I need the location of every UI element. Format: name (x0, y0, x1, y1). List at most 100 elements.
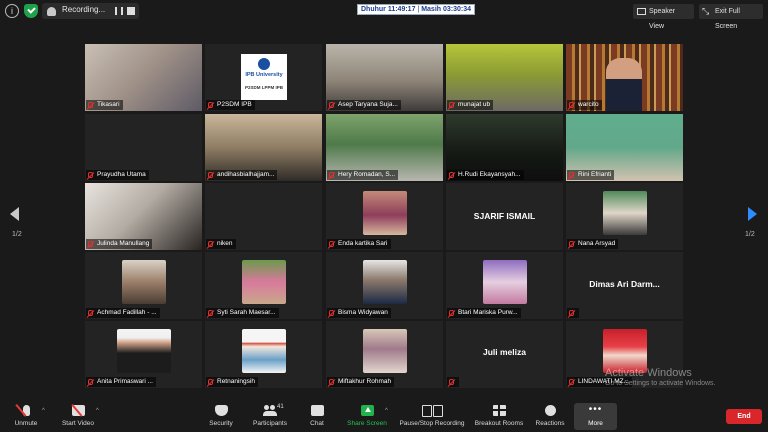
start-video-button[interactable]: Start Video (56, 400, 100, 432)
breakout-rooms-icon (493, 405, 506, 416)
participant-tile[interactable]: Syti Sarah Maesar... (205, 252, 322, 319)
more-dots-icon: ••• (588, 404, 603, 415)
participant-display-name: SJARIF ISMAIL (473, 211, 536, 221)
participant-tile[interactable]: andihasbialhajjam... (205, 114, 322, 181)
gallery-grid: Tikasari IPB University P2SDM LPPM IPB P… (85, 44, 685, 389)
participant-tile[interactable]: Asep Taryana Suja... (326, 44, 443, 111)
muted-mic-icon (329, 241, 334, 247)
pause-recording-icon[interactable] (115, 7, 123, 15)
recording-indicator: Recording... (42, 3, 139, 19)
security-shield-icon (215, 405, 228, 416)
participant-name-label: niken (206, 239, 236, 249)
share-screen-icon (361, 405, 374, 416)
muted-mic-icon (208, 241, 213, 247)
start-video-label: Start Video (61, 420, 95, 427)
share-screen-label: Share Screen (347, 420, 387, 427)
participant-tile[interactable]: Dimas Ari Darm... (566, 252, 683, 319)
participant-avatar (122, 260, 166, 304)
muted-mic-icon (569, 310, 574, 316)
participant-name-label: Syti Sarah Maesar... (206, 308, 279, 318)
muted-mic-icon (329, 310, 334, 316)
more-button[interactable]: ••• More (574, 403, 617, 430)
watermark-title: Activate Windows (605, 367, 692, 379)
participant-name-label: Btari Mariska Purw... (447, 308, 521, 318)
speaker-view-icon (637, 8, 646, 15)
muted-mic-icon (569, 241, 574, 247)
muted-mic-icon (88, 241, 93, 247)
participant-name-label: P2SDM IPB (206, 100, 255, 110)
previous-page-arrow-icon[interactable] (10, 207, 19, 221)
participant-tile[interactable]: H.Rudi Ekayansyah... (446, 114, 563, 181)
reactions-button[interactable]: Reactions (532, 400, 568, 432)
top-bar: i Recording... Dhuhur 11:49:17 | Masih 0… (0, 0, 768, 30)
exit-full-screen-button[interactable]: Exit Full Screen (699, 4, 763, 30)
participant-name-label: H.Rudi Ekayansyah... (447, 170, 524, 180)
participant-avatar (483, 260, 527, 304)
participant-name-label: Anita Primaswari ... (86, 377, 156, 387)
end-meeting-button[interactable]: End (726, 409, 762, 424)
participant-name-label: Nana Arsyad (567, 239, 619, 249)
participant-tile[interactable]: munajat ub (446, 44, 563, 111)
encryption-shield-icon[interactable] (24, 4, 38, 18)
participant-tile[interactable]: Prayudha Utama (85, 114, 202, 181)
video-options-caret-icon[interactable]: ^ (96, 408, 99, 414)
logo-subtitle: P2SDM LPPM IPB (244, 85, 283, 90)
chat-bubble-icon (311, 405, 324, 416)
chat-button[interactable]: Chat (302, 400, 332, 432)
participants-button[interactable]: Participants (246, 400, 294, 432)
participant-tile[interactable]: Achmad Fadillah - ... (85, 252, 202, 319)
participant-name-label: Asep Taryana Suja... (327, 100, 401, 110)
participant-name-label (567, 308, 579, 318)
windows-activation-watermark: Activate Windows Go to Settings to activ… (605, 367, 716, 387)
participant-tile[interactable]: niken (205, 183, 322, 250)
participant-name-label: Rini Efrianti (567, 170, 615, 180)
watermark-subtitle: Go to Settings to activate Windows. (605, 380, 716, 387)
participant-tile[interactable]: Tikasari (85, 44, 202, 111)
participant-tile[interactable]: Bisma Widyawan (326, 252, 443, 319)
exit-full-screen-label: Exit Full Screen (715, 8, 740, 30)
more-label: More (588, 420, 603, 427)
participant-tile[interactable]: Rini Efrianti (566, 114, 683, 181)
participant-tile[interactable]: Julinda Manullang (85, 183, 202, 250)
exit-full-screen-icon (702, 4, 712, 19)
breakout-rooms-button[interactable]: Breakout Rooms (473, 400, 525, 432)
participant-tile[interactable]: IPB University P2SDM LPPM IPB P2SDM IPB (205, 44, 322, 111)
unmute-button[interactable]: Unmute (6, 400, 46, 432)
security-label: Security (209, 420, 233, 427)
participant-tile-active-speaker[interactable]: warcito (566, 44, 683, 111)
prayer-time-banner: Dhuhur 11:49:17 | Masih 03:30:34 (357, 4, 476, 15)
share-screen-button[interactable]: Share Screen (344, 400, 390, 432)
participant-tile[interactable]: Hery Romadan, S... (326, 114, 443, 181)
participant-tile[interactable]: Enda kartika Sari (326, 183, 443, 250)
share-options-caret-icon[interactable]: ^ (385, 408, 388, 414)
speaker-view-button[interactable]: Speaker View (633, 4, 694, 30)
stop-recording-icon[interactable] (127, 7, 135, 15)
reactions-smiley-icon (545, 405, 556, 416)
participant-tile[interactable]: Juli meliza (446, 321, 563, 388)
participant-tile[interactable]: Miftakhur Rohmah (326, 321, 443, 388)
breakout-rooms-label: Breakout Rooms (474, 420, 524, 427)
muted-mic-icon (449, 102, 454, 108)
participant-tile[interactable]: Retnaningsih (205, 321, 322, 388)
participant-avatar (363, 191, 407, 235)
muted-mic-icon (208, 310, 213, 316)
participant-tile[interactable]: Nana Arsyad (566, 183, 683, 250)
participant-name-label: Bisma Widyawan (327, 308, 391, 318)
recording-label: Recording... (62, 5, 106, 14)
participant-tile[interactable]: Btari Mariska Purw... (446, 252, 563, 319)
participant-name-label: Achmad Fadillah - ... (86, 308, 160, 318)
participants-count: 41 (277, 404, 284, 410)
muted-mic-icon (569, 379, 574, 385)
chat-label: Chat (310, 420, 324, 427)
participant-avatar (242, 260, 286, 304)
pause-stop-recording-button[interactable]: Pause/Stop Recording (398, 400, 466, 432)
participant-avatar (363, 260, 407, 304)
participant-tile[interactable]: SJARIF ISMAIL (446, 183, 563, 250)
info-icon[interactable]: i (5, 4, 19, 18)
participant-name-label: Hery Romadan, S... (327, 170, 399, 180)
security-button[interactable]: Security (202, 400, 240, 432)
participant-tile[interactable]: Anita Primaswari ... (85, 321, 202, 388)
audio-options-caret-icon[interactable]: ^ (42, 408, 45, 414)
muted-mic-icon (88, 310, 93, 316)
next-page-arrow-icon[interactable] (748, 207, 757, 221)
